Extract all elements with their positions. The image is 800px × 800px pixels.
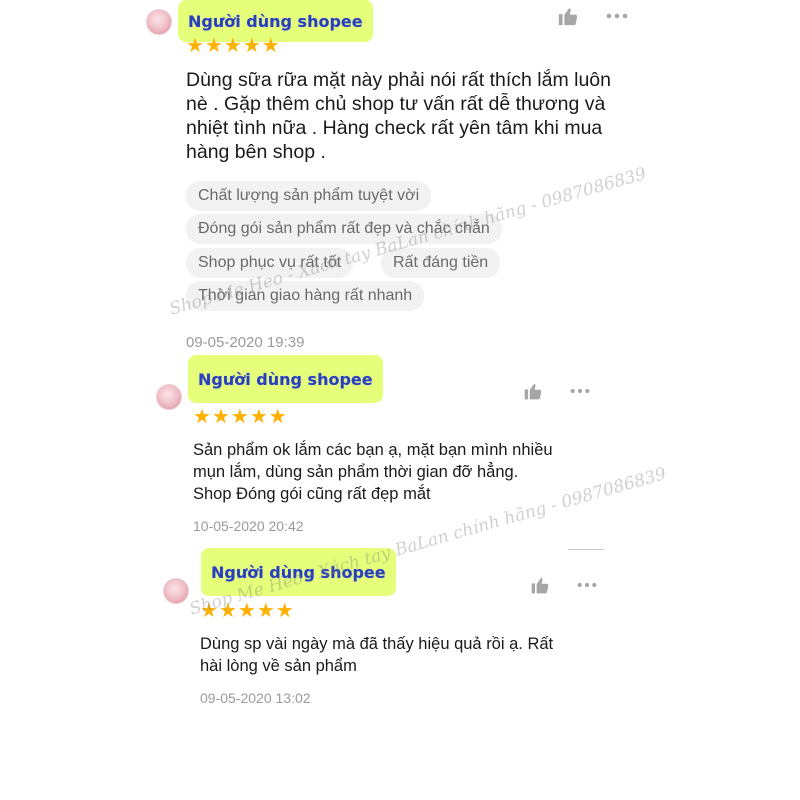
comment-line: mụn lắm, dùng sản phẩm thời gian đỡ hẳng… <box>193 463 519 481</box>
review-comment: Dùng sp vài ngày mà đã thấy hiệu quả rồi… <box>200 633 553 677</box>
star-icon: ★ <box>211 406 230 428</box>
username: Người dùng shopee <box>211 562 386 582</box>
thumbs-up-icon[interactable] <box>557 5 579 27</box>
username: Người dùng shopee <box>198 369 373 389</box>
review-tag: Shop phục vụ rất tốt <box>186 248 354 278</box>
review-tag: Chất lượng sản phẩm tuyệt vời <box>186 181 432 211</box>
review-actions <box>530 575 598 595</box>
more-options-icon[interactable] <box>605 12 629 20</box>
comment-line: Dùng sữa rữa mặt này phải nói rất thích … <box>186 69 611 91</box>
star-icon: ★ <box>200 600 218 622</box>
star-icon: ★ <box>218 600 237 622</box>
avatar[interactable] <box>163 578 189 604</box>
review-comment: Sản phẩm ok lắm các bạn ạ, mặt bạn mình … <box>193 439 553 505</box>
review-comment: Dùng sữa rữa mặt này phải nói rất thích … <box>186 68 611 164</box>
review-tag: Thời gian giao hàng rất nhanh <box>186 281 425 311</box>
review-date: 10-05-2020 20:42 <box>193 518 304 534</box>
comment-line: Sản phẩm ok lắm các bạn ạ, mặt bạn mình … <box>193 441 553 459</box>
review-actions <box>557 5 629 27</box>
star-icon: ★ <box>261 35 280 57</box>
star-icon: ★ <box>242 35 261 57</box>
comment-line: Dùng sp vài ngày mà đã thấy hiệu quả rồi… <box>200 635 554 653</box>
more-options-icon[interactable] <box>576 581 598 589</box>
rating-stars: ★ ★ ★ ★ ★ <box>200 601 294 621</box>
star-icon: ★ <box>237 600 256 622</box>
review-date: 09-05-2020 19:39 <box>186 334 305 351</box>
star-icon: ★ <box>256 600 275 622</box>
rating-stars: ★ ★ ★ ★ ★ <box>193 407 287 427</box>
comment-line: nhiệt tình nữa . Hàng check rất yên tâm … <box>186 117 603 139</box>
avatar[interactable] <box>146 9 172 35</box>
star-icon: ★ <box>204 35 223 57</box>
review-date: 09-05-2020 13:02 <box>200 690 311 706</box>
comment-line: nè . Gặp thêm chủ shop tư vấn rất dễ thư… <box>186 93 606 115</box>
star-icon: ★ <box>223 35 242 57</box>
star-icon: ★ <box>268 406 287 428</box>
review-actions <box>523 381 591 401</box>
username-badge: Người dùng shopee <box>188 355 383 403</box>
thumbs-up-icon[interactable] <box>530 575 550 595</box>
username-badge: Người dùng shopee <box>201 548 396 596</box>
more-options-icon[interactable] <box>569 387 591 395</box>
star-icon: ★ <box>249 406 268 428</box>
comment-line: Shop Đóng gói cũng rất đẹp mắt <box>193 485 431 503</box>
review-tag: Rất đáng tiền <box>381 248 501 278</box>
thumbs-up-icon[interactable] <box>523 381 543 401</box>
star-icon: ★ <box>193 406 211 428</box>
star-icon: ★ <box>186 35 204 57</box>
rating-stars: ★ ★ ★ ★ ★ <box>186 36 280 56</box>
avatar[interactable] <box>156 384 182 410</box>
star-icon: ★ <box>230 406 249 428</box>
star-icon: ★ <box>275 600 294 622</box>
divider <box>568 549 604 550</box>
comment-line: hàng bên shop . <box>186 141 326 163</box>
review-tag: Đóng gói sản phẩm rất đẹp và chắc chắn <box>186 214 502 244</box>
comment-line: hài lòng về sản phẩm <box>200 657 357 675</box>
username: Người dùng shopee <box>188 11 363 31</box>
